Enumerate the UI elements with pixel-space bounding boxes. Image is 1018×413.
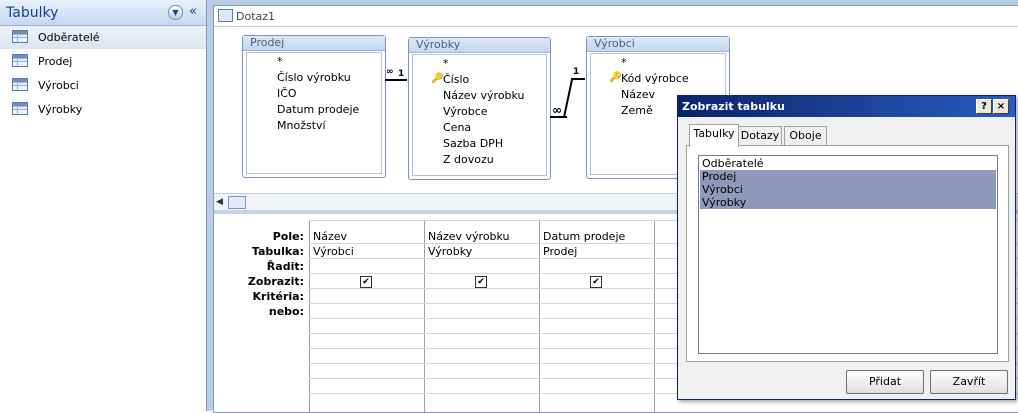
field-item[interactable]: * <box>277 55 283 68</box>
table-icon <box>12 30 28 43</box>
grid-table-cell[interactable]: Výrobci <box>313 245 354 258</box>
row-label-show: Zobrazit: <box>247 275 304 288</box>
table-icon <box>12 54 28 67</box>
show-table-dialog: Zobrazit tabulku ? × Tabulky Dotazy Oboj… <box>677 95 1016 400</box>
tab-panel: Odběratelé Prodej Výrobci Výrobky <box>686 145 1009 362</box>
row-label-field: Pole: <box>272 230 304 243</box>
field-item[interactable]: Cena <box>443 121 471 134</box>
tab-queries[interactable]: Dotazy <box>738 126 782 146</box>
field-item[interactable]: Číslo <box>443 73 469 86</box>
grid-column-divider <box>309 220 310 412</box>
collapse-pane-icon[interactable]: « <box>189 4 197 19</box>
field-item[interactable]: Množství <box>277 119 326 132</box>
primary-key-icon: 🔑 <box>431 73 444 84</box>
row-label-sort: Řadit: <box>266 260 304 273</box>
relationship-line[interactable] <box>562 79 574 118</box>
nav-item-label: Výrobci <box>38 79 79 92</box>
dialog-title: Zobrazit tabulku <box>682 100 785 113</box>
scroll-left-icon[interactable]: ◀ <box>216 197 223 207</box>
list-item[interactable]: Výrobky <box>700 196 996 209</box>
field-item[interactable]: IČO <box>277 87 297 100</box>
scroll-thumb[interactable] <box>228 196 246 209</box>
field-list-body: * 🔑 Číslo Název výrobku Výrobce Cena Saz… <box>412 54 547 176</box>
field-item[interactable]: Výrobce <box>443 105 488 118</box>
row-label-table: Tabulka: <box>251 245 304 258</box>
list-item[interactable]: Výrobci <box>700 183 996 196</box>
document-tab[interactable]: Dotaz1 <box>214 6 1018 27</box>
dialog-title-bar[interactable]: Zobrazit tabulku ? × <box>678 96 1015 117</box>
row-label-or: nebo: <box>268 305 304 318</box>
nav-item-vyrobci[interactable]: Výrobci <box>0 74 206 97</box>
document-title: Dotaz1 <box>236 10 276 23</box>
nav-item-vyrobky[interactable]: Výrobky <box>0 98 206 121</box>
tab-both[interactable]: Oboje <box>784 126 827 146</box>
nav-item-odberatele[interactable]: Odběratelé <box>0 26 206 49</box>
relationship-line[interactable] <box>385 79 407 81</box>
nav-item-label: Výrobky <box>38 103 83 116</box>
field-item[interactable]: * <box>621 56 627 69</box>
field-item[interactable]: Název <box>621 88 655 101</box>
tables-listbox[interactable]: Odběratelé Prodej Výrobci Výrobky <box>698 155 998 354</box>
field-item[interactable]: Kód výrobce <box>621 72 689 85</box>
nav-item-label: Prodej <box>38 55 73 68</box>
field-item[interactable]: Z dovozu <box>443 153 494 166</box>
nav-header[interactable]: Tabulky ▼ « <box>0 0 206 26</box>
table-icon <box>12 78 28 91</box>
field-item[interactable]: * <box>443 57 449 70</box>
relationship-one-label: 1 <box>573 67 580 77</box>
relationship-line[interactable] <box>571 78 585 80</box>
grid-field-cell[interactable]: Název <box>313 230 347 243</box>
grid-column-divider <box>424 220 425 412</box>
relationship-many-label: ∞ <box>386 67 394 77</box>
add-button[interactable]: Přidat <box>846 370 924 394</box>
grid-table-cell[interactable]: Výrobky <box>428 245 472 258</box>
field-item[interactable]: Číslo výrobku <box>277 71 351 84</box>
table-icon <box>12 102 28 115</box>
close-icon[interactable]: × <box>993 99 1009 114</box>
show-checkbox[interactable]: ✔ <box>590 276 602 288</box>
show-checkbox[interactable]: ✔ <box>475 276 487 288</box>
chevron-down-icon[interactable]: ▼ <box>168 5 183 20</box>
list-item[interactable]: Odběratelé <box>700 157 996 170</box>
field-item[interactable]: Datum prodeje <box>277 103 359 116</box>
relationship-one-label: 1 <box>398 69 405 79</box>
field-list-title[interactable]: Prodej <box>243 36 385 51</box>
tab-tables[interactable]: Tabulky <box>689 124 739 147</box>
field-item[interactable]: Sazba DPH <box>443 137 503 150</box>
grid-field-cell[interactable]: Název výrobku <box>428 230 510 243</box>
relationship-many-label: ∞ <box>552 103 562 117</box>
primary-key-icon: 🔑 <box>609 72 622 83</box>
field-list-vyrobky[interactable]: Výrobky * 🔑 Číslo Název výrobku Výrobce … <box>408 37 551 180</box>
nav-item-prodej[interactable]: Prodej <box>0 50 206 73</box>
close-button[interactable]: Zavřít <box>930 370 1008 394</box>
field-list-prodej[interactable]: Prodej * Číslo výrobku IČO Datum prodeje… <box>242 35 386 178</box>
grid-column-divider <box>539 220 540 412</box>
list-item[interactable]: Prodej <box>700 170 996 183</box>
show-checkbox[interactable]: ✔ <box>360 276 372 288</box>
help-button[interactable]: ? <box>976 99 992 114</box>
field-list-title[interactable]: Výrobci <box>587 37 729 52</box>
grid-table-cell[interactable]: Prodej <box>543 245 577 258</box>
grid-field-cell[interactable]: Datum prodeje <box>543 230 625 243</box>
grid-column-divider <box>654 220 655 412</box>
navigation-pane: Tabulky ▼ « Odběratelé Prodej Výrobci Vý… <box>0 0 207 411</box>
field-item[interactable]: Název výrobku <box>443 89 525 102</box>
nav-item-label: Odběratelé <box>38 31 100 44</box>
field-list-title[interactable]: Výrobky <box>409 38 550 53</box>
row-label-criteria: Kritéria: <box>252 290 304 303</box>
nav-title[interactable]: Tabulky <box>6 5 58 21</box>
field-item[interactable]: Země <box>621 104 653 117</box>
field-list-body: * Číslo výrobku IČO Datum prodeje Množst… <box>246 52 382 174</box>
query-icon <box>218 9 233 22</box>
